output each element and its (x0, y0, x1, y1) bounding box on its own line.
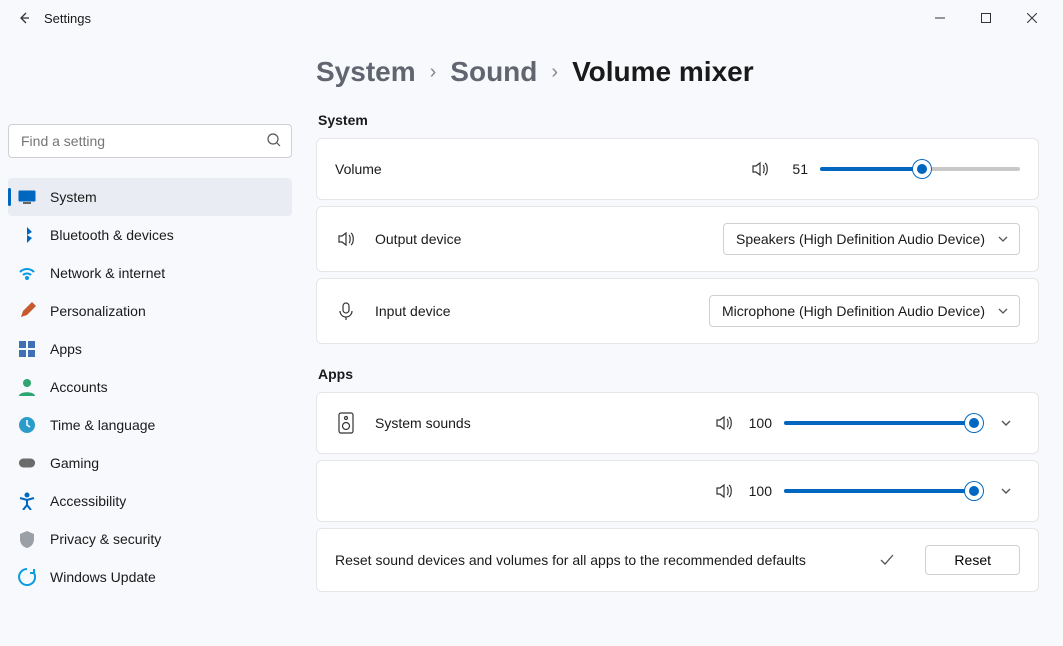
network-icon (18, 264, 36, 282)
expand-button[interactable] (992, 409, 1020, 437)
sidebar-item-label: Apps (50, 341, 82, 357)
accounts-icon (18, 378, 36, 396)
volume-value: 51 (782, 161, 808, 177)
sidebar-item-system[interactable]: System (8, 178, 292, 216)
search-input[interactable] (8, 124, 292, 158)
app-volume-row: System sounds 100 (316, 392, 1039, 454)
breadcrumb-sound[interactable]: Sound (450, 56, 537, 88)
sidebar-item-label: Gaming (50, 455, 99, 471)
speaker-icon[interactable] (714, 413, 734, 433)
maximize-icon (981, 13, 991, 23)
arrow-left-icon (16, 10, 32, 26)
chevron-down-icon (997, 305, 1009, 317)
search-icon (266, 132, 282, 148)
sidebar-item-label: Accounts (50, 379, 108, 395)
input-device-select[interactable]: Microphone (High Definition Audio Device… (709, 295, 1020, 327)
sidebar-item-label: Personalization (50, 303, 146, 319)
reset-button[interactable]: Reset (925, 545, 1020, 575)
chevron-right-icon: › (551, 61, 558, 84)
app-volume-label: System sounds (375, 415, 471, 431)
sidebar-item-update[interactable]: Windows Update (8, 558, 292, 596)
input-device-card: Input device Microphone (High Definition… (316, 278, 1039, 344)
sidebar-item-label: Time & language (50, 417, 155, 433)
sidebar-item-gaming[interactable]: Gaming (8, 444, 292, 482)
section-heading-system: System (318, 112, 1039, 128)
volume-label: Volume (335, 161, 382, 177)
volume-slider[interactable] (820, 159, 1020, 179)
minimize-icon (935, 13, 945, 23)
maximize-button[interactable] (963, 2, 1009, 34)
chevron-down-icon (997, 233, 1009, 245)
sidebar-item-privacy[interactable]: Privacy & security (8, 520, 292, 558)
system-icon (18, 188, 36, 206)
app-volume-row: 100 (316, 460, 1039, 522)
sidebar-item-network[interactable]: Network & internet (8, 254, 292, 292)
main-content: System › Sound › Volume mixer System Vol… (300, 36, 1063, 646)
personalization-icon (18, 302, 36, 320)
output-device-value: Speakers (High Definition Audio Device) (736, 231, 985, 247)
output-device-card: Output device Speakers (High Definition … (316, 206, 1039, 272)
app-icon (335, 412, 357, 434)
sidebar-item-bluetooth[interactable]: Bluetooth & devices (8, 216, 292, 254)
accessibility-icon (18, 492, 36, 510)
output-device-select[interactable]: Speakers (High Definition Audio Device) (723, 223, 1020, 255)
section-heading-apps: Apps (318, 366, 1039, 382)
update-icon (18, 568, 36, 586)
input-device-label: Input device (375, 303, 451, 319)
speaker-icon[interactable] (750, 159, 770, 179)
app-volume-value: 100 (746, 483, 772, 499)
window-title: Settings (44, 11, 91, 26)
close-button[interactable] (1009, 2, 1055, 34)
speaker-icon[interactable] (714, 481, 734, 501)
sidebar-item-apps[interactable]: Apps (8, 330, 292, 368)
breadcrumb-system[interactable]: System (316, 56, 416, 88)
chevron-right-icon: › (430, 61, 437, 84)
breadcrumb-volume-mixer: Volume mixer (572, 56, 754, 88)
sidebar-item-accessibility[interactable]: Accessibility (8, 482, 292, 520)
sidebar-item-label: Network & internet (50, 265, 165, 281)
search-wrap (8, 124, 292, 158)
sidebar-item-accounts[interactable]: Accounts (8, 368, 292, 406)
output-device-label: Output device (375, 231, 461, 247)
sidebar-item-label: Windows Update (50, 569, 156, 585)
app-volume-slider[interactable] (784, 413, 974, 433)
privacy-icon (18, 530, 36, 548)
sidebar-item-time[interactable]: Time & language (8, 406, 292, 444)
app-volume-value: 100 (746, 415, 772, 431)
reset-description: Reset sound devices and volumes for all … (335, 552, 849, 568)
input-device-value: Microphone (High Definition Audio Device… (722, 303, 985, 319)
time-icon (18, 416, 36, 434)
expand-button[interactable] (992, 477, 1020, 505)
app-volume-slider[interactable] (784, 481, 974, 501)
reset-card: Reset sound devices and volumes for all … (316, 528, 1039, 592)
sidebar-item-label: Privacy & security (50, 531, 161, 547)
close-icon (1027, 13, 1037, 23)
breadcrumb: System › Sound › Volume mixer (316, 56, 1039, 88)
apps-icon (18, 340, 36, 358)
titlebar: Settings (0, 0, 1063, 36)
check-icon (867, 552, 907, 568)
speaker-icon (335, 229, 357, 249)
minimize-button[interactable] (917, 2, 963, 34)
microphone-icon (335, 301, 357, 321)
sidebar: System Bluetooth & devices Network & inter… (0, 36, 300, 646)
gaming-icon (18, 454, 36, 472)
volume-card: Volume 51 (316, 138, 1039, 200)
sidebar-item-personalization[interactable]: Personalization (8, 292, 292, 330)
back-button[interactable] (8, 2, 40, 34)
sidebar-item-label: Bluetooth & devices (50, 227, 174, 243)
bluetooth-icon (18, 226, 36, 244)
nav-list: System Bluetooth & devices Network & inter… (8, 178, 292, 596)
sidebar-item-label: Accessibility (50, 493, 126, 509)
sidebar-item-label: System (50, 189, 97, 205)
